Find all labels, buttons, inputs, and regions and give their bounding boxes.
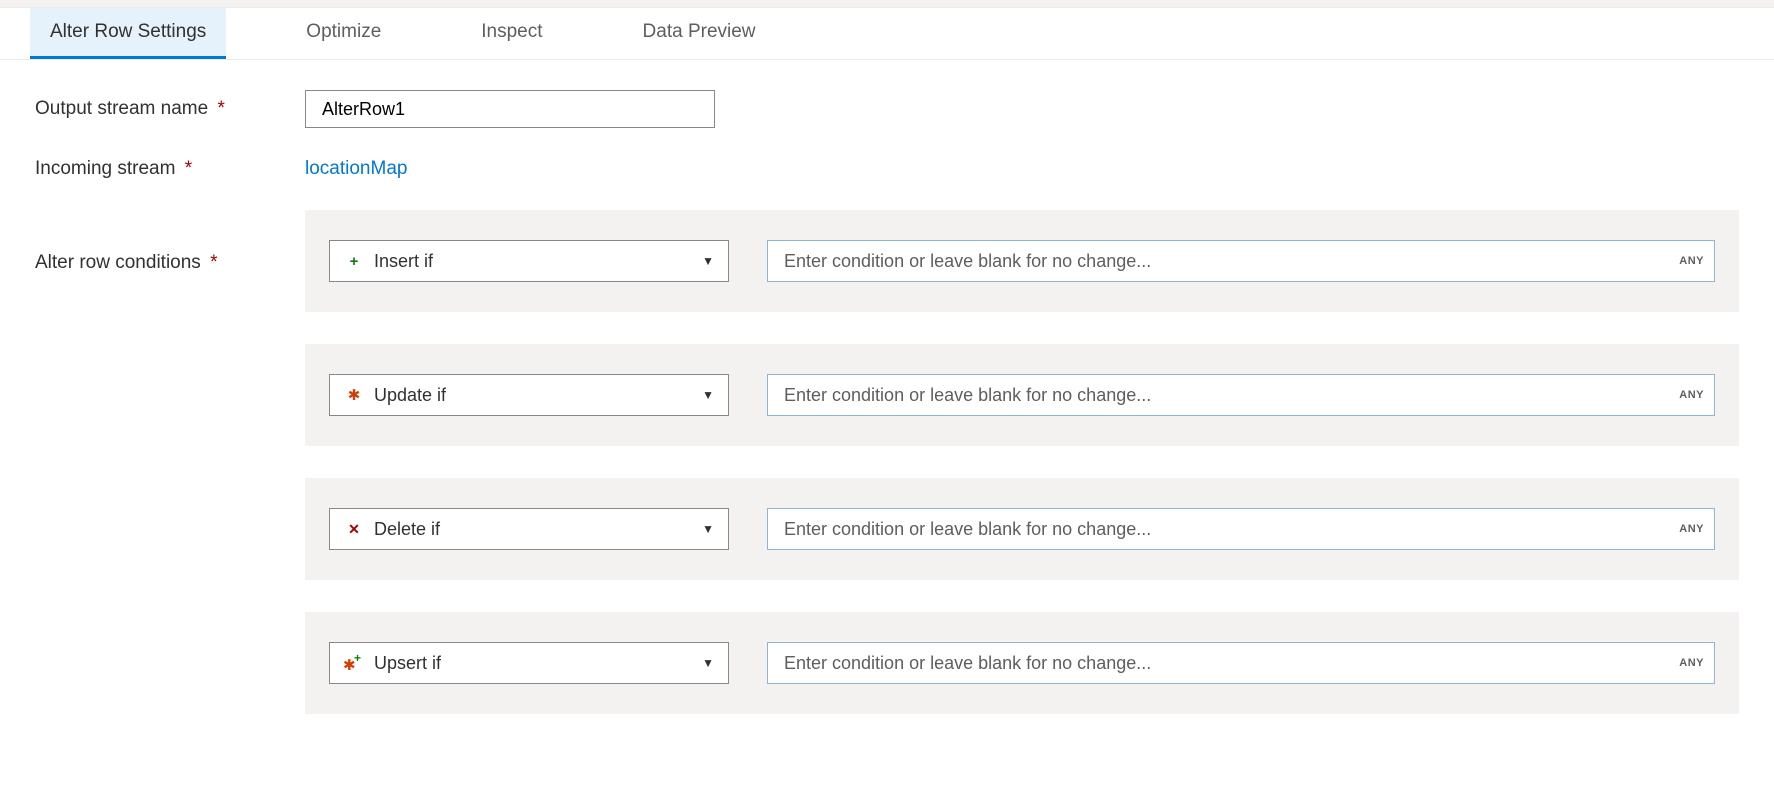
row-output-stream: Output stream name * [35,90,1739,128]
settings-panel: Output stream name * Incoming stream * l… [0,60,1774,774]
update-condition-field[interactable]: ANY [767,374,1715,416]
delete-action-label: Delete if [374,519,440,540]
condition-row-insert: + Insert if ▼ ANY [305,210,1739,312]
chevron-down-icon: ▼ [702,388,714,402]
delete-condition-input[interactable] [768,509,1669,549]
required-asterisk: * [185,158,192,179]
insert-action-label: Insert if [374,251,433,272]
update-action-label: Update if [374,385,446,406]
delete-condition-field[interactable]: ANY [767,508,1715,550]
plus-icon: + [344,253,364,270]
value-output-stream [305,90,1739,128]
tab-inspect[interactable]: Inspect [461,8,562,59]
required-asterisk: * [217,98,224,119]
delete-action-select[interactable]: ✕ Delete if ▼ [329,508,729,550]
row-incoming-stream: Incoming stream * locationMap [35,158,1739,180]
label-incoming-stream-text: Incoming stream [35,158,175,179]
tab-optimize[interactable]: Optimize [286,8,401,59]
label-alter-conditions: Alter row conditions * [35,210,305,274]
label-incoming-stream: Incoming stream * [35,158,305,180]
output-stream-input[interactable] [305,90,715,128]
upsert-icon: ✱+ [344,654,364,672]
settings-tabs: Alter Row Settings Optimize Inspect Data… [0,8,1774,60]
label-output-stream-text: Output stream name [35,98,208,119]
any-badge: ANY [1669,389,1714,401]
row-alter-conditions: Alter row conditions * + Insert if ▼ ANY [35,210,1739,714]
label-output-stream: Output stream name * [35,98,305,120]
label-alter-conditions-text: Alter row conditions [35,252,201,273]
upsert-condition-input[interactable] [768,643,1669,683]
chevron-down-icon: ▼ [702,656,714,670]
x-icon: ✕ [344,521,364,538]
value-incoming-stream: locationMap [305,158,1739,180]
conditions-list: + Insert if ▼ ANY ✱ Update if ▼ [305,210,1739,714]
any-badge: ANY [1669,255,1714,267]
insert-condition-field[interactable]: ANY [767,240,1715,282]
asterisk-icon: ✱ [344,386,364,404]
required-asterisk: * [210,252,217,273]
chevron-down-icon: ▼ [702,522,714,536]
insert-action-select[interactable]: + Insert if ▼ [329,240,729,282]
insert-condition-input[interactable] [768,241,1669,281]
incoming-stream-link[interactable]: locationMap [305,158,407,179]
top-strip [0,0,1774,8]
condition-row-upsert: ✱+ Upsert if ▼ ANY [305,612,1739,714]
any-badge: ANY [1669,523,1714,535]
condition-row-delete: ✕ Delete if ▼ ANY [305,478,1739,580]
any-badge: ANY [1669,657,1714,669]
chevron-down-icon: ▼ [702,254,714,268]
upsert-action-select[interactable]: ✱+ Upsert if ▼ [329,642,729,684]
update-action-select[interactable]: ✱ Update if ▼ [329,374,729,416]
upsert-condition-field[interactable]: ANY [767,642,1715,684]
tab-alter-row-settings[interactable]: Alter Row Settings [30,8,226,59]
upsert-action-label: Upsert if [374,653,441,674]
condition-row-update: ✱ Update if ▼ ANY [305,344,1739,446]
update-condition-input[interactable] [768,375,1669,415]
tab-data-preview[interactable]: Data Preview [623,8,776,59]
